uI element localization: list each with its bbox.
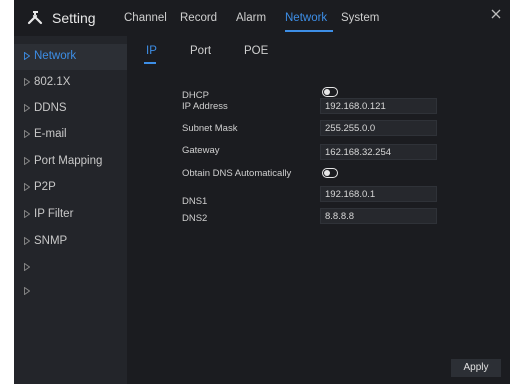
toggle-knob [324, 170, 330, 176]
dns1-label: DNS1 [182, 196, 208, 207]
caret-right-icon [24, 52, 30, 60]
sidebar-item-label: P2P [34, 181, 56, 193]
caret-right-icon [24, 183, 30, 191]
sidebar-item-ddns[interactable]: DDNS [14, 96, 127, 122]
sidebar-item-8021x[interactable]: 802.1X [14, 70, 127, 96]
ip-address-label: IP Address [182, 101, 228, 112]
sidebar-item-blank-1[interactable] [14, 255, 127, 281]
sidebar-item-label: IP Filter [34, 208, 74, 220]
menu-record[interactable]: Record [180, 12, 217, 24]
dns1-field[interactable]: 192.168.0.1 [320, 186, 437, 202]
content-panel: IP Port POE DHCP IP Address 192.168.0.12… [127, 36, 510, 384]
caret-right-icon [24, 157, 30, 165]
sidebar-item-label: Network [34, 50, 77, 62]
sidebar-item-label: E-mail [34, 128, 67, 140]
settings-window: Setting Channel Record Alarm Network Sys… [14, 0, 510, 384]
sidebar-item-label: DDNS [34, 102, 67, 114]
auto-dns-label: Obtain DNS Automatically [182, 168, 292, 179]
menu-alarm[interactable]: Alarm [236, 12, 266, 24]
caret-right-icon [24, 263, 30, 271]
dhcp-toggle[interactable] [322, 87, 338, 97]
tools-icon [27, 11, 43, 25]
top-bar: Setting Channel Record Alarm Network Sys… [14, 0, 510, 36]
menu-active-underline [285, 30, 333, 32]
ip-address-field[interactable]: 192.168.0.121 [320, 98, 437, 114]
caret-right-icon [24, 210, 30, 218]
sidebar-item-ip-filter[interactable]: IP Filter [14, 202, 127, 228]
tab-port[interactable]: Port [190, 45, 211, 57]
sidebar-item-snmp[interactable]: SNMP [14, 229, 127, 255]
menu-system[interactable]: System [341, 12, 379, 24]
subnet-mask-field[interactable]: 255.255.0.0 [320, 120, 437, 136]
caret-right-icon [24, 78, 30, 86]
apply-button[interactable]: Apply [451, 359, 501, 377]
sidebar-item-p2p[interactable]: P2P [14, 175, 127, 201]
gateway-label: Gateway [182, 145, 220, 156]
gateway-field[interactable]: 162.168.32.254 [320, 144, 437, 160]
toggle-knob [324, 89, 330, 95]
caret-right-icon [24, 104, 30, 112]
dns2-field[interactable]: 8.8.8.8 [320, 208, 437, 224]
sidebar: Network 802.1X DDNS E-mail Port Mapping … [14, 36, 127, 384]
sidebar-item-network[interactable]: Network [14, 44, 127, 70]
subnet-mask-label: Subnet Mask [182, 123, 238, 134]
menu-channel[interactable]: Channel [124, 12, 167, 24]
sidebar-item-email[interactable]: E-mail [14, 122, 127, 148]
dhcp-label: DHCP [182, 90, 209, 101]
caret-right-icon [24, 130, 30, 138]
sidebar-item-label: Port Mapping [34, 155, 103, 167]
sidebar-item-label: 802.1X [34, 76, 71, 88]
caret-right-icon [24, 237, 30, 245]
auto-dns-toggle[interactable] [322, 168, 338, 178]
tab-active-underline [144, 62, 156, 64]
sidebar-item-label: SNMP [34, 235, 68, 247]
close-icon[interactable] [490, 8, 502, 20]
tab-ip[interactable]: IP [146, 45, 157, 57]
sidebar-item-blank-2[interactable] [14, 279, 127, 305]
sidebar-item-port-mapping[interactable]: Port Mapping [14, 149, 127, 175]
dns2-label: DNS2 [182, 213, 208, 224]
tab-poe[interactable]: POE [244, 45, 268, 57]
caret-right-icon [24, 287, 30, 295]
page-title: Setting [52, 10, 96, 26]
menu-network[interactable]: Network [285, 12, 327, 24]
